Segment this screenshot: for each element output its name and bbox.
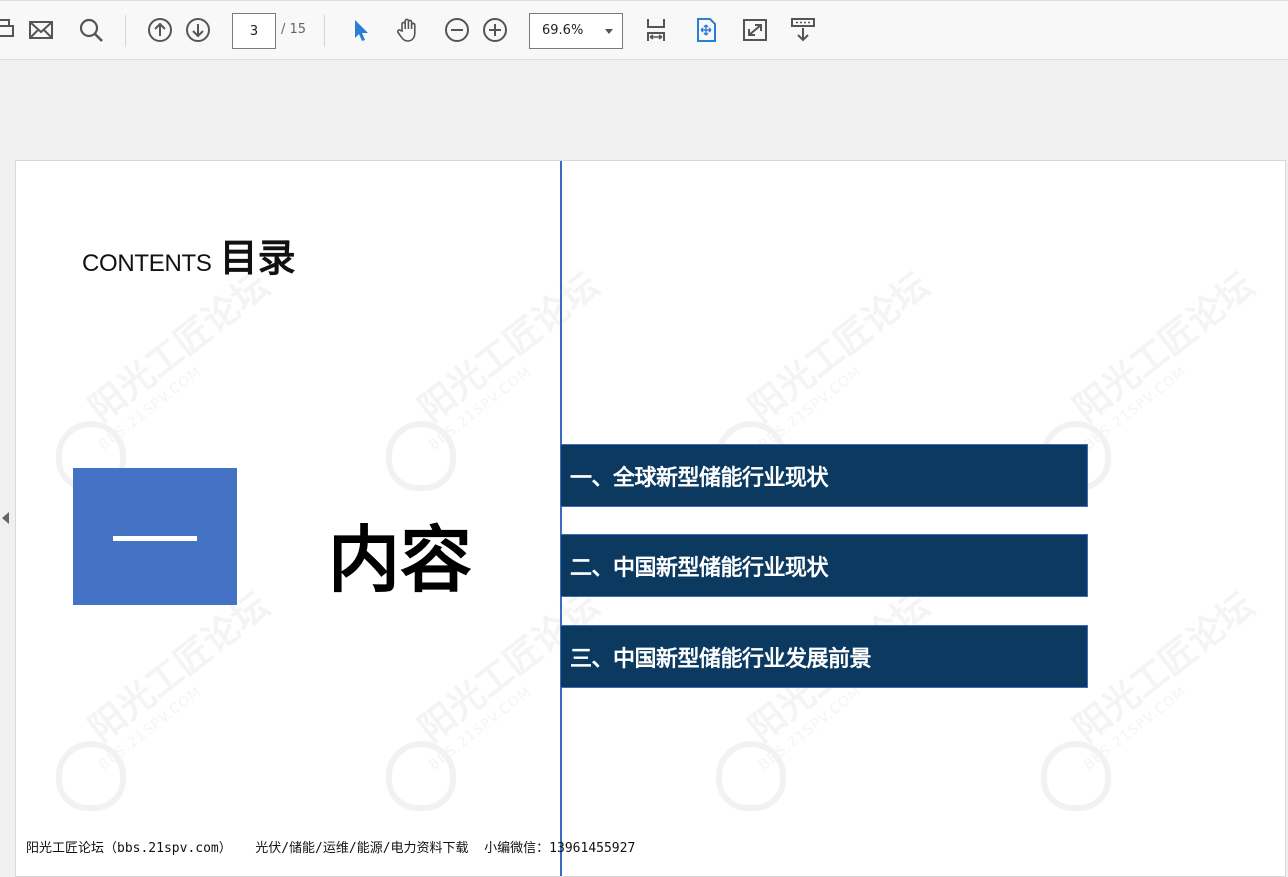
section-number-glyph	[113, 536, 197, 541]
contents-heading-cn: 目录	[219, 236, 296, 280]
divider-line	[560, 161, 562, 876]
menu-item-label: 三、中国新型储能行业发展前景	[570, 646, 872, 672]
shield-logo-icon	[56, 741, 126, 811]
fullscreen-icon[interactable]	[738, 13, 772, 47]
page-down-icon[interactable]	[181, 13, 215, 47]
menu-item-3[interactable]: 三、中国新型储能行业发展前景	[560, 625, 1088, 688]
zoom-value: 69.6%	[542, 23, 584, 38]
collapse-panel-arrow-icon[interactable]	[2, 512, 9, 524]
menu-item-label: 一、全球新型储能行业现状	[570, 465, 829, 491]
section-number-box: 一	[73, 468, 237, 605]
footer-text: 阳光工匠论坛（bbs.21spv.com） 光伏/储能/运维/能源/电力资料下载…	[26, 841, 636, 856]
slide-page: 阳光工匠论坛 BBS.21SPV.COM 阳光工匠论坛 BBS.21SPV.CO…	[15, 160, 1286, 877]
toolbar: / 15 69.6%	[0, 0, 1288, 60]
menu-item-1[interactable]: 一、全球新型储能行业现状	[560, 444, 1088, 507]
hand-tool-icon[interactable]	[391, 13, 425, 47]
shield-logo-icon	[386, 421, 456, 491]
fit-page-icon[interactable]	[639, 13, 673, 47]
zoom-out-icon[interactable]	[440, 13, 474, 47]
print-icon[interactable]	[0, 13, 20, 47]
menu-item-label: 二、中国新型储能行业现状	[570, 555, 829, 581]
shield-logo-icon	[716, 741, 786, 811]
contents-heading: CONTENTS 目录	[82, 227, 296, 282]
rotate-fit-icon[interactable]	[689, 13, 723, 47]
select-pointer-icon[interactable]	[343, 13, 377, 47]
shield-logo-icon	[1041, 741, 1111, 811]
menu-item-2[interactable]: 二、中国新型储能行业现状	[560, 534, 1088, 597]
zoom-select[interactable]: 69.6%	[529, 13, 623, 49]
toolbar-separator	[125, 15, 126, 47]
page-up-icon[interactable]	[143, 13, 177, 47]
section-title: 内容	[328, 518, 473, 602]
watermark: 阳光工匠论坛 BBS.21SPV.COM	[36, 585, 296, 851]
mail-icon[interactable]	[24, 13, 58, 47]
page-total: / 15	[281, 22, 307, 37]
page-number-input[interactable]	[232, 13, 276, 49]
toolbar-separator	[324, 15, 325, 47]
search-icon[interactable]	[74, 13, 108, 47]
scroll-mode-icon[interactable]	[786, 13, 820, 47]
shield-logo-icon	[386, 741, 456, 811]
chevron-down-icon	[605, 29, 613, 34]
zoom-in-icon[interactable]	[478, 13, 512, 47]
contents-heading-en: CONTENTS	[82, 250, 212, 277]
